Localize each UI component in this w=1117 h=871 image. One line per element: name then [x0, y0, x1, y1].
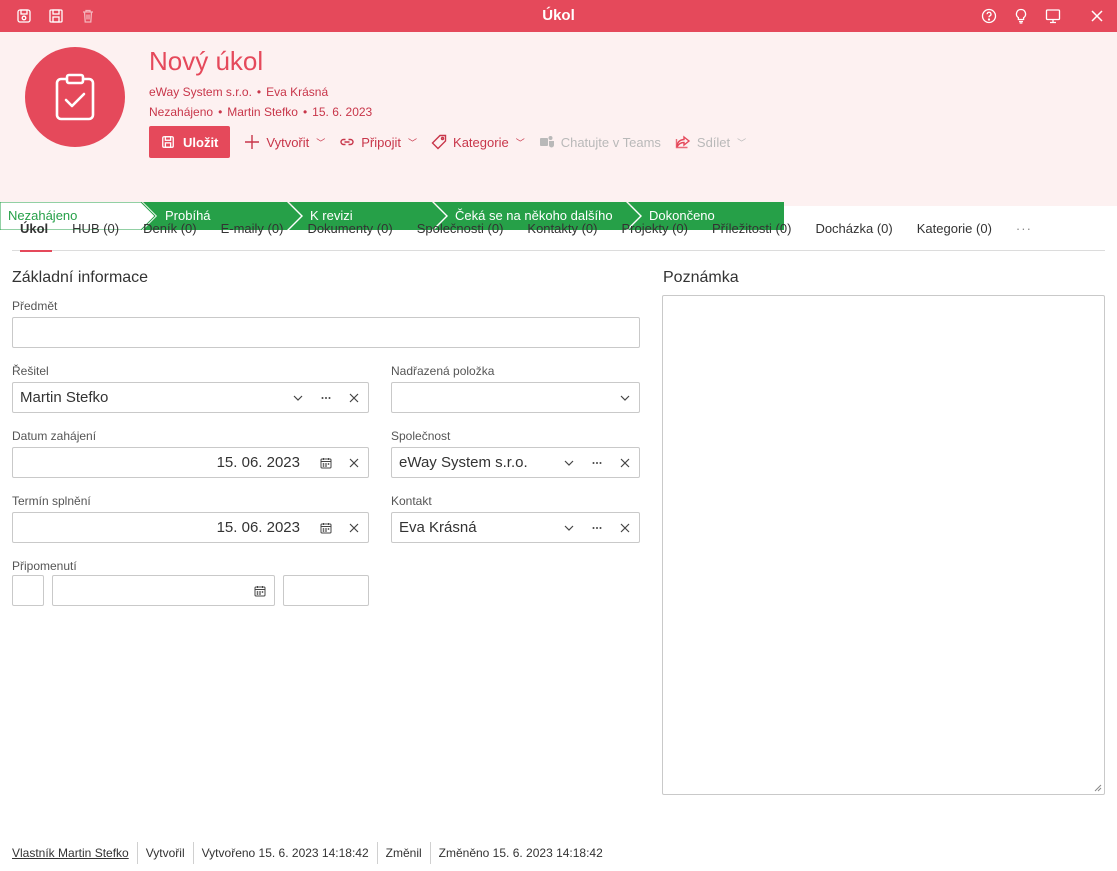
tab-more[interactable]: ···: [1004, 208, 1044, 251]
start-date-input[interactable]: 15. 06. 2023: [12, 447, 369, 478]
solver-label: Řešitel: [12, 364, 49, 378]
window-title: Úkol: [542, 7, 575, 24]
note-textarea[interactable]: [662, 295, 1105, 795]
resize-handle-icon[interactable]: [1094, 784, 1102, 792]
header-state: Nezahájeno: [149, 105, 214, 119]
tab-attendance[interactable]: Docházka (0): [803, 208, 904, 251]
calendar-icon[interactable]: [312, 513, 340, 542]
contact-label: Kontakt: [391, 494, 432, 508]
calendar-icon[interactable]: [312, 448, 340, 477]
parent-item-select[interactable]: [391, 382, 640, 413]
reminder-checkbox[interactable]: [12, 575, 44, 606]
changed-by: Změnil: [376, 842, 430, 864]
calendar-icon[interactable]: [246, 576, 274, 605]
section-title-basic-info: Základní informace: [12, 269, 149, 286]
solver-lookup[interactable]: Martin Stefko: [12, 382, 369, 413]
owner-link[interactable]: Vlastník Martin Stefko: [12, 842, 137, 864]
chevron-down-icon[interactable]: [555, 513, 583, 542]
clear-icon[interactable]: [611, 448, 639, 477]
header-solver-link[interactable]: Martin Stefko: [227, 105, 298, 119]
tab-emails[interactable]: E-maily (0): [209, 208, 296, 251]
teams-icon: [539, 136, 554, 148]
chevron-down-icon: ﹀: [316, 137, 326, 148]
help-icon[interactable]: [979, 6, 999, 26]
tab-hub[interactable]: HUB (0): [60, 208, 131, 251]
save-button[interactable]: Uložit: [149, 126, 231, 158]
record-header: Nový úkol eWay System s.r.o. • Eva Krásná …: [0, 32, 1117, 230]
tab-contacts[interactable]: Kontakty (0): [515, 208, 609, 251]
record-title: Nový úkol: [149, 46, 264, 76]
clear-icon[interactable]: [340, 448, 368, 477]
chevron-down-icon[interactable]: [611, 383, 639, 412]
title-bar: Úkol: [0, 0, 1117, 32]
chevron-down-icon: ﹀: [737, 137, 747, 148]
chevron-down-icon[interactable]: [284, 383, 312, 412]
chevron-down-icon[interactable]: [555, 448, 583, 477]
tag-icon: [431, 134, 447, 150]
tab-categories[interactable]: Kategorie (0): [905, 208, 1004, 251]
due-date-label: Termín splnění: [12, 494, 91, 508]
header-company-link[interactable]: eWay System s.r.o.: [149, 85, 252, 99]
link-icon: [340, 138, 354, 146]
create-button[interactable]: Vytvořit ﹀: [244, 134, 325, 150]
subject-label: Předmět: [12, 299, 58, 313]
parent-item-label: Nadřazená položka: [391, 364, 495, 378]
record-subtitle-1: eWay System s.r.o. • Eva Krásná: [149, 85, 329, 99]
created-by: Vytvořil: [136, 842, 193, 864]
more-icon[interactable]: [583, 448, 611, 477]
save-icon: [162, 136, 174, 148]
record-footer: Vlastník Martin Stefko Vytvořil Vytvořen…: [12, 842, 611, 864]
header-date: 15. 6. 2023: [312, 105, 373, 119]
changed-timestamp: Změněno 15. 6. 2023 14:18:42: [429, 842, 611, 864]
more-icon[interactable]: [583, 513, 611, 542]
tab-documents[interactable]: Dokumenty (0): [295, 208, 404, 251]
record-subtitle-2: Nezahájeno • Martin Stefko • 15. 6. 2023: [149, 105, 373, 119]
contact-lookup[interactable]: Eva Krásná: [391, 512, 640, 543]
share-button: Sdílet ﹀: [675, 134, 746, 150]
teams-chat-button: Chatujte v Teams: [539, 134, 661, 150]
clear-icon[interactable]: [340, 513, 368, 542]
tab-projects[interactable]: Projekty (0): [610, 208, 700, 251]
clear-icon[interactable]: [340, 383, 368, 412]
chevron-down-icon: ﹀: [408, 137, 418, 148]
plus-icon: [245, 135, 260, 149]
reminder-time-input[interactable]: [283, 575, 369, 606]
close-icon[interactable]: [1087, 6, 1107, 26]
company-label: Společnost: [391, 429, 451, 443]
lightbulb-icon[interactable]: [1011, 6, 1031, 26]
created-timestamp: Vytvořeno 15. 6. 2023 14:18:42: [192, 842, 377, 864]
monitor-icon[interactable]: [1043, 6, 1063, 26]
tab-task[interactable]: Úkol: [12, 208, 60, 252]
tab-journal[interactable]: Deník (0): [131, 208, 208, 251]
more-icon[interactable]: [312, 383, 340, 412]
section-title-note: Poznámka: [663, 269, 739, 286]
clipboard-check-icon: [55, 73, 95, 121]
clear-icon[interactable]: [611, 513, 639, 542]
subject-input[interactable]: [12, 317, 640, 348]
start-date-label: Datum zahájení: [12, 429, 97, 443]
tab-bar: Úkol HUB (0) Deník (0) E-maily (0) Dokum…: [12, 208, 1105, 252]
action-bar: Uložit Vytvořit ﹀ Připojit ﹀ Kategorie ﹀ Ch…: [149, 126, 746, 158]
share-icon: [675, 135, 691, 149]
category-button[interactable]: Kategorie ﹀: [431, 134, 525, 150]
company-lookup[interactable]: eWay System s.r.o.: [391, 447, 640, 478]
header-contact-link[interactable]: Eva Krásná: [266, 85, 328, 99]
reminder-date-input[interactable]: [52, 575, 275, 606]
attach-button[interactable]: Připojit ﹀: [339, 134, 417, 150]
reminder-label: Připomenutí: [12, 559, 77, 573]
tab-companies[interactable]: Společnosti (0): [405, 208, 516, 251]
due-date-input[interactable]: 15. 06. 2023: [12, 512, 369, 543]
tab-opportunities[interactable]: Příležitosti (0): [700, 208, 803, 251]
chevron-down-icon: ﹀: [515, 137, 525, 148]
task-avatar: [25, 47, 125, 147]
